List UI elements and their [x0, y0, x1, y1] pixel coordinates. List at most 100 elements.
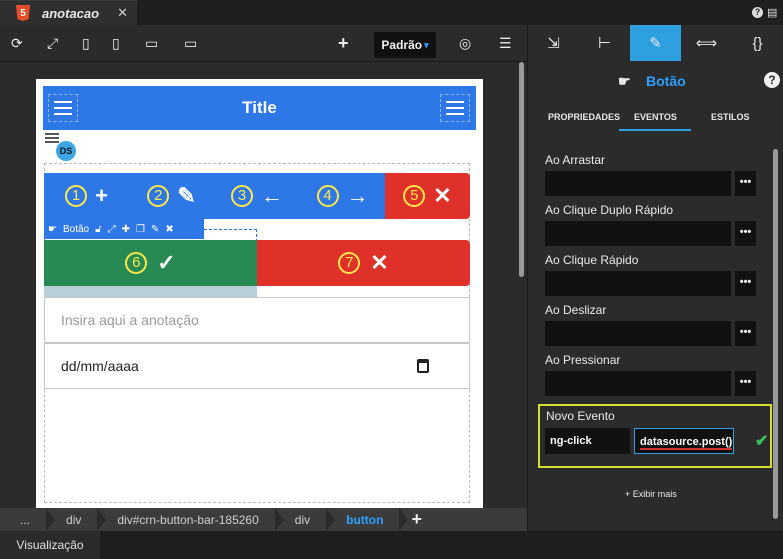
more-button[interactable]: •••: [735, 221, 756, 246]
annotation-input[interactable]: Insira aqui a anotação: [44, 297, 470, 343]
event-action-field[interactable]: datasource.post(): [634, 428, 734, 454]
fullscreen-icon[interactable]: ⤢: [47, 35, 58, 51]
event-label: Ao Arrastar: [545, 153, 606, 167]
date-placeholder: dd/mm/aaaa: [61, 358, 139, 374]
resize-icon[interactable]: ⟺: [681, 25, 732, 61]
hand-icon: ☛: [618, 73, 631, 89]
plus-icon: +: [95, 183, 108, 208]
breadcrumb-item[interactable]: div#crn-button-bar-185260: [97, 508, 285, 531]
selection-fill: [44, 286, 257, 297]
pencil-icon: ✎: [177, 183, 196, 208]
show-more-link[interactable]: + Exibir mais: [625, 489, 677, 499]
back-button[interactable]: 3 ←: [214, 173, 300, 219]
canvas-toolbar: ⟳ ⤢ ▯ ▯ ▭ ▭ + ◎ ☰: [0, 25, 527, 62]
more-button[interactable]: •••: [735, 271, 756, 296]
component-name: Botão: [646, 73, 686, 89]
add-button[interactable]: 1 +: [44, 173, 129, 219]
new-event-box: Novo Evento ng-click datasource.post() ✔: [538, 404, 772, 468]
close-icon: ✕: [433, 183, 452, 208]
confirm-button[interactable]: 6 ✓: [44, 240, 257, 286]
phone-small-icon[interactable]: ▯: [82, 35, 90, 51]
forward-button[interactable]: 4 →: [300, 173, 385, 219]
menu-right-icon[interactable]: [440, 94, 470, 122]
event-label: Ao Deslizar: [545, 303, 607, 317]
more-button[interactable]: •••: [735, 321, 756, 346]
event-name-field[interactable]: ng-click: [545, 428, 630, 454]
panel-tabs: ⇲ ⊢ ✎ ⟺ {}: [528, 25, 783, 61]
layout-icon[interactable]: ▤: [767, 6, 778, 19]
event-label: Ao Clique Duplo Rápido: [545, 203, 674, 217]
monitor-icon[interactable]: ▭: [184, 35, 197, 51]
marker-7: 7: [338, 252, 361, 274]
calendar-icon[interactable]: [417, 359, 429, 373]
event-field[interactable]: [545, 221, 731, 246]
eye-hide-icon[interactable]: ◎: [459, 35, 471, 51]
selection-label: Botão: [62, 223, 90, 235]
event-field[interactable]: [545, 271, 731, 296]
event-label: Ao Pressionar: [545, 353, 621, 367]
delete-button[interactable]: 5 ✕: [385, 173, 470, 219]
event-field[interactable]: [545, 371, 731, 396]
breadcrumb-item[interactable]: ...: [0, 508, 56, 531]
panel-subtabs: PROPRIEDADES EVENTOS ESTILOS: [528, 109, 783, 131]
preset-select[interactable]: Padrão ▾: [374, 32, 436, 58]
more-button[interactable]: •••: [735, 171, 756, 196]
chevron-down-icon: ▾: [424, 39, 429, 50]
tab-anotacao[interactable]: 5 anotacao ✕: [0, 0, 137, 25]
breadcrumb-item-current[interactable]: button: [326, 508, 409, 531]
confirm-icon[interactable]: ✔: [755, 431, 768, 451]
tab-bar: 5 anotacao ✕ ? ▤: [0, 0, 783, 25]
tab-visualizacao[interactable]: Visualização: [0, 531, 100, 559]
tab-eventos[interactable]: EVENTOS: [634, 112, 677, 122]
panel-scrollbar[interactable]: [773, 149, 778, 519]
canvas-scrollbar[interactable]: [517, 62, 525, 508]
magic-icon[interactable]: ✎: [151, 224, 159, 235]
marker-6: 6: [125, 252, 148, 274]
code-icon[interactable]: {}: [732, 25, 783, 61]
navbar: Title: [43, 86, 476, 130]
expand-icon[interactable]: ⤢: [108, 224, 116, 235]
marker-2: 2: [147, 185, 170, 207]
canvas-scroll-thumb[interactable]: [519, 62, 524, 277]
import-icon[interactable]: ⇲: [528, 25, 579, 61]
event-field[interactable]: [545, 171, 731, 196]
event-label: Ao Clique Rápido: [545, 253, 639, 267]
help-icon[interactable]: ?: [752, 7, 763, 18]
refresh-icon[interactable]: ⟳: [11, 35, 23, 51]
marker-5: 5: [403, 185, 426, 207]
pencil-icon[interactable]: ✎: [630, 25, 681, 61]
close-icon[interactable]: ✕: [117, 5, 128, 21]
database-icon[interactable]: ☰: [499, 35, 512, 51]
help-icon[interactable]: ?: [764, 72, 780, 88]
event-field[interactable]: [545, 321, 731, 346]
selection-toolbar: ☛ Botão 🔓︎ ⤢ ✚ ❐ ✎ ✖: [44, 219, 204, 239]
remove-icon[interactable]: ✖: [165, 224, 173, 235]
move-icon[interactable]: ✚: [122, 224, 130, 235]
close-icon: ✕: [370, 250, 389, 275]
add-icon[interactable]: +: [411, 509, 422, 530]
tab-propriedades[interactable]: PROPRIEDADES: [548, 112, 620, 122]
copy-icon[interactable]: ❐: [136, 224, 145, 235]
check-icon: ✓: [157, 250, 176, 275]
annotation-placeholder: Insira aqui a anotação: [61, 312, 199, 328]
desktop-icon[interactable]: ▭: [145, 35, 158, 51]
datasource-badge[interactable]: DS: [56, 141, 76, 161]
active-tab-indicator: [619, 129, 691, 131]
cancel-button[interactable]: 7 ✕: [257, 240, 470, 286]
tree-icon[interactable]: ⊢: [579, 25, 630, 61]
more-button[interactable]: •••: [735, 371, 756, 396]
device-preview: Title DS 1 + 2 ✎ 3 ← 4 → 5 ✕ 6 ✓ 7 ✕ ☛ B…: [36, 79, 483, 508]
tab-estilos[interactable]: ESTILOS: [711, 112, 750, 122]
edit-button[interactable]: 2 ✎: [129, 173, 214, 219]
marker-1: 1: [65, 185, 88, 207]
arrow-right-icon: →: [346, 183, 369, 208]
html5-icon: 5: [16, 5, 30, 21]
arrow-left-icon: ←: [261, 183, 283, 208]
breadcrumb: ... div div#crn-button-bar-185260 div bu…: [0, 508, 527, 531]
date-input[interactable]: dd/mm/aaaa: [44, 343, 470, 389]
event-action-value: datasource.post(): [640, 436, 733, 450]
unlock-icon[interactable]: 🔓︎: [95, 224, 101, 235]
add-icon[interactable]: +: [338, 34, 349, 52]
ide-window: 5 anotacao ✕ ? ▤ ⟳ ⤢ ▯ ▯ ▭ ▭ + ◎ ☰ Padrã…: [0, 0, 783, 559]
phone-icon[interactable]: ▯: [112, 35, 120, 51]
